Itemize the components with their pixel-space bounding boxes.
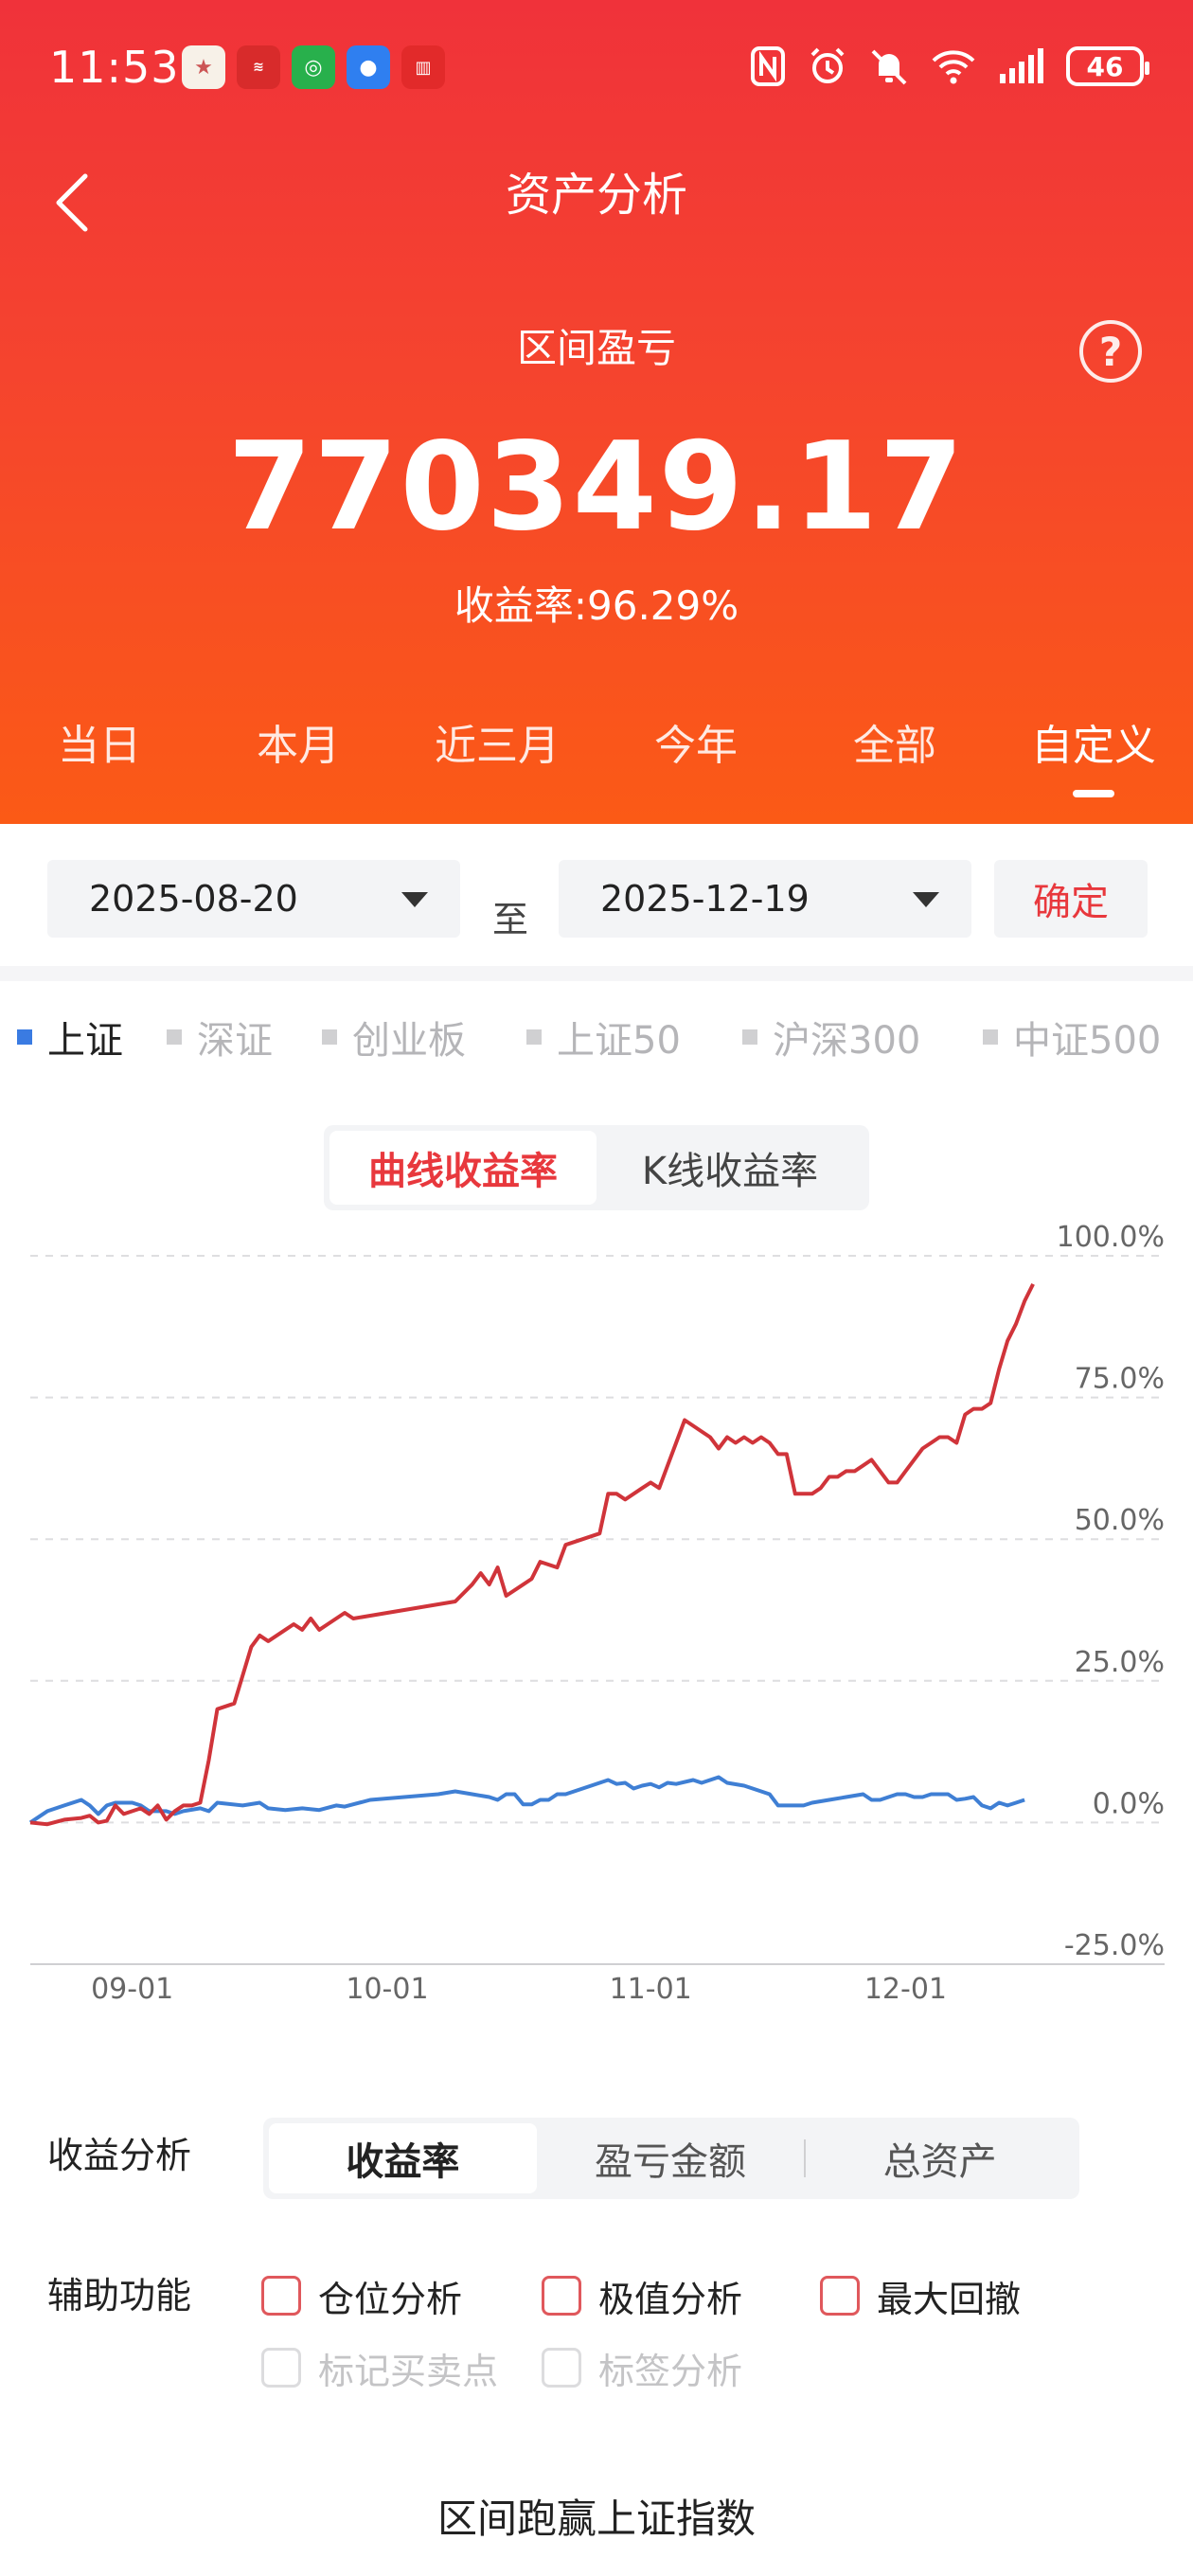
checkbox-icon (542, 2348, 581, 2388)
assist-checkbox-label: 最大回撤 (877, 2278, 1022, 2320)
x-tick-label: 12-01 (864, 1973, 947, 2006)
y-tick-label: 0.0% (1093, 1787, 1165, 1820)
index-tab-label: 沪深300 (773, 1019, 921, 1063)
end-date-value: 2025-12-19 (600, 878, 810, 920)
help-icon[interactable]: ? (1079, 320, 1142, 383)
index-tab-label: 创业板 (352, 1019, 466, 1063)
caret-down-icon (913, 892, 939, 907)
assist-functions-label: 辅助功能 (47, 2275, 192, 2317)
outperform-summary: 区间跑赢上证指数 (436, 2496, 756, 2542)
notification-icons: ★ ≋ ◎ ● ▥ (182, 45, 445, 89)
index-tab[interactable]: 深证 (167, 1004, 273, 1070)
status-bar: 11:53 ★ ≋ ◎ ● ▥ 46 (0, 0, 1193, 142)
range-profit-label: 区间盈亏 (516, 325, 676, 371)
period-tab[interactable]: 近三月 (398, 710, 596, 786)
legend-square-icon (167, 1029, 182, 1045)
alarm-icon (810, 47, 845, 83)
caret-down-icon (401, 892, 428, 907)
portfolio-yield-line (29, 1283, 1035, 1827)
period-tab[interactable]: 当日 (0, 710, 199, 786)
period-tab[interactable]: 自定义 (994, 710, 1193, 797)
y-tick-label: 75.0% (1075, 1363, 1165, 1396)
yield-rate: 收益率:96.29% (454, 582, 739, 629)
index-tab-label: 上证 (47, 1019, 123, 1063)
page-title: 资产分析 (505, 169, 687, 222)
x-tick-label: 10-01 (346, 1973, 428, 2006)
checkbox-icon (820, 2276, 860, 2316)
legend-square-icon (17, 1029, 32, 1045)
x-tick-label: 09-01 (91, 1973, 173, 2006)
yield-chart[interactable]: 100.0% 75.0% 50.0% 25.0% 0.0% -25.0% 09-01 10-0… (0, 1203, 1193, 2055)
period-tab[interactable]: 全部 (795, 710, 994, 786)
index-tab[interactable]: 中证500 (983, 1004, 1161, 1070)
checkbox-icon (542, 2276, 581, 2316)
index-tab[interactable]: 上证 (17, 1004, 123, 1070)
legend-square-icon (742, 1029, 757, 1045)
confirm-button[interactable]: 确定 (994, 860, 1148, 938)
index-tab[interactable]: 沪深300 (742, 1004, 920, 1070)
assist-checkbox: 标记买卖点 (261, 2339, 498, 2396)
signal-icon (1000, 48, 1043, 83)
legend-square-icon (322, 1029, 337, 1045)
message-notification-icon: ● (347, 45, 390, 89)
legend-square-icon (526, 1029, 542, 1045)
section-divider (0, 966, 1193, 981)
range-profit-value: 770349.17 (227, 417, 966, 558)
period-tab[interactable]: 本月 (199, 710, 398, 786)
assist-checkbox-label: 标记买卖点 (318, 2350, 499, 2392)
benchmark-index-tabs: 上证 深证 创业板 上证50 沪深300 中证500 (0, 1004, 1193, 1070)
kline-yield-tab[interactable]: K线收益率 (596, 1131, 864, 1205)
yield-analysis-label: 收益分析 (47, 2135, 192, 2176)
app-notification-icon: ▥ (401, 45, 445, 89)
curve-yield-tab[interactable]: 曲线收益率 (329, 1131, 596, 1205)
index-tab[interactable]: 创业板 (322, 1004, 466, 1070)
period-tab[interactable]: 今年 (596, 710, 795, 786)
assist-checkbox-label: 仓位分析 (318, 2278, 463, 2320)
end-date-select[interactable]: 2025-12-19 (559, 860, 971, 938)
date-range-bar: 2025-08-20 至 2025-12-19 确定 (0, 824, 1193, 966)
yield-analysis-segment: 收益率 盈亏金额 总资产 (263, 2118, 1079, 2199)
checkbox-icon (261, 2276, 301, 2316)
yield-analysis-option[interactable]: 总资产 (806, 2123, 1074, 2193)
index-tab-label: 中证500 (1013, 1019, 1162, 1063)
y-tick-label: 25.0% (1075, 1646, 1165, 1679)
chart-mode-toggle: 曲线收益率 K线收益率 (324, 1125, 869, 1210)
index-tab-label: 上证50 (557, 1019, 681, 1063)
yield-analysis-option[interactable]: 盈亏金额 (537, 2123, 805, 2193)
assist-checkbox-label: 标签分析 (598, 2350, 743, 2392)
status-time: 11:53 (49, 42, 180, 93)
index-tab[interactable]: 上证50 (526, 1004, 681, 1070)
y-tick-label: -25.0% (1064, 1929, 1165, 1962)
assist-checkbox[interactable]: 极值分析 (542, 2267, 742, 2324)
assist-checkbox-label: 极值分析 (598, 2278, 743, 2320)
battery-level: 46 (1086, 50, 1124, 82)
assist-checkbox: 标签分析 (542, 2339, 742, 2396)
mute-icon (871, 49, 907, 85)
system-icons: 46 (750, 45, 1149, 87)
summary-header: 11:53 ★ ≋ ◎ ● ▥ 46 资产分析 区间盈亏 ? 770349.17… (0, 0, 1193, 824)
y-tick-label: 50.0% (1075, 1504, 1165, 1537)
yield-analysis-option[interactable]: 收益率 (269, 2123, 537, 2193)
index-yield-line (28, 1775, 1025, 1825)
checkbox-icon (261, 2348, 301, 2388)
index-tab-label: 深证 (197, 1019, 273, 1063)
assist-functions-row: 辅助功能 仓位分析 极值分析 最大回撤标记买卖点 标签分析 (0, 2258, 1193, 2419)
app-notification-icon: ★ (182, 45, 225, 89)
wifi-icon (932, 50, 975, 84)
y-tick-label: 100.0% (1057, 1221, 1165, 1254)
assist-checkbox[interactable]: 仓位分析 (261, 2267, 462, 2324)
period-tabs: 当日 本月 近三月 今年 全部 自定义 (0, 710, 1193, 797)
app-notification-icon: ≋ (237, 45, 280, 89)
yield-analysis-row: 收益分析 收益率 盈亏金额 总资产 (0, 2118, 1193, 2203)
assist-checkbox[interactable]: 最大回撤 (820, 2267, 1021, 2324)
start-date-value: 2025-08-20 (89, 878, 298, 920)
date-separator: 至 (492, 899, 529, 940)
start-date-select[interactable]: 2025-08-20 (47, 860, 460, 938)
battery-icon: 46 (1066, 46, 1149, 86)
app-notification-icon: ◎ (292, 45, 335, 89)
x-tick-label: 11-01 (610, 1973, 692, 2006)
legend-square-icon (983, 1029, 998, 1045)
nfc-icon (751, 46, 785, 86)
